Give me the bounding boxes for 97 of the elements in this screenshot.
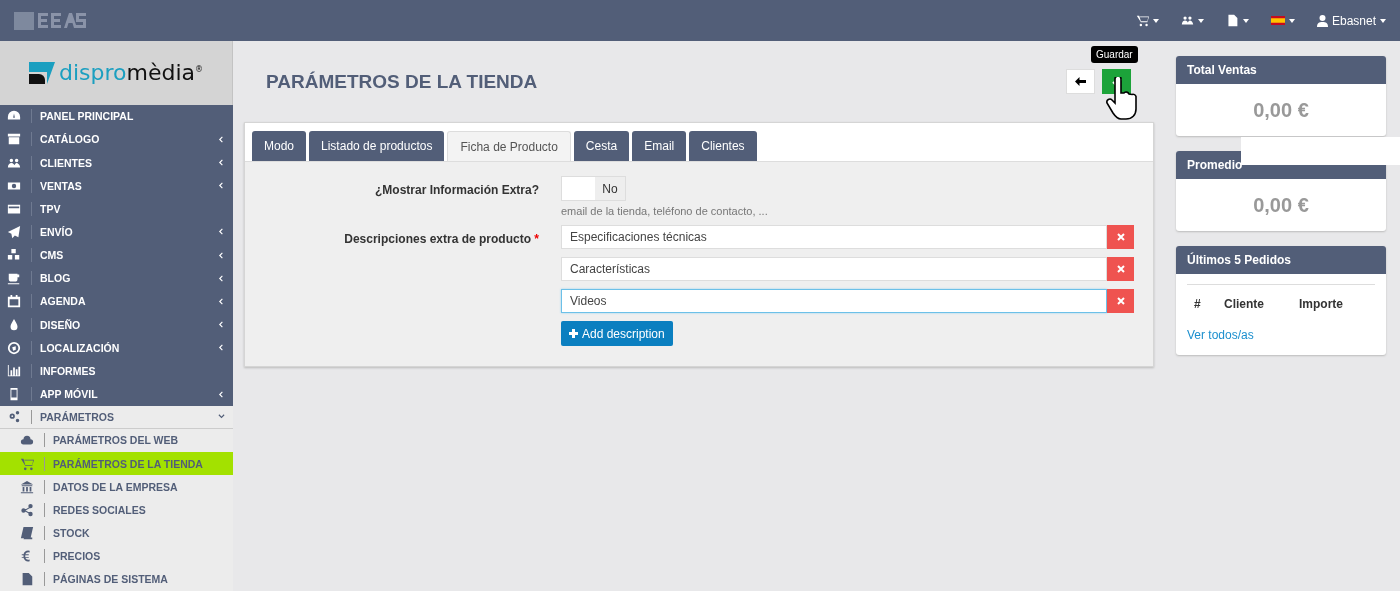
cup-icon xyxy=(7,271,21,286)
stat-value: 0,00 € xyxy=(1252,97,1310,123)
arrow-left-icon xyxy=(1075,77,1086,86)
page-title: PARÁMETROS DE LA TIENDA xyxy=(266,70,538,93)
view-all-link[interactable]: Ver todos/as xyxy=(1187,328,1254,342)
cart-icon xyxy=(20,456,34,471)
sidebar-item[interactable]: CLIENTES xyxy=(0,150,233,175)
chevron-icon xyxy=(218,182,225,190)
users-menu[interactable] xyxy=(1180,14,1204,27)
sidebar-subitem[interactable]: PRECIOS xyxy=(0,544,233,568)
tab[interactable]: Ficha de Producto xyxy=(447,131,571,161)
tab[interactable]: Clientes xyxy=(689,131,757,161)
tab[interactable]: Email xyxy=(632,131,687,161)
widget-title: Últimos 5 Pedidos xyxy=(1187,253,1292,267)
user-menu[interactable]: Ebasnet xyxy=(1316,13,1386,28)
input-field[interactable]: Videos xyxy=(561,289,1107,313)
chevron-icon xyxy=(218,344,225,352)
close-icon xyxy=(1116,233,1125,241)
sidebar-item[interactable]: VENTAS xyxy=(0,174,233,198)
chart-icon xyxy=(7,363,21,378)
sidebar-subitem[interactable]: STOCK xyxy=(0,521,233,545)
input-field[interactable]: Características xyxy=(561,257,1107,281)
compass-icon xyxy=(7,340,21,355)
brand-name: dispromèdia$^{®}$ xyxy=(58,60,204,86)
caret-icon xyxy=(1197,18,1204,23)
field-label: Descripciones extra de producto * xyxy=(343,231,539,248)
close-icon xyxy=(1116,265,1125,273)
file-icon xyxy=(1225,14,1239,27)
column-header: Cliente xyxy=(1224,297,1265,311)
sidebar-item[interactable]: INFORMES xyxy=(0,359,233,383)
list-menu[interactable] xyxy=(1225,14,1249,27)
chevron-icon xyxy=(218,251,225,259)
sidebar-item[interactable]: PARÁMETROS xyxy=(0,405,233,429)
sidebar-item[interactable]: TPV xyxy=(0,197,233,221)
chevron-icon xyxy=(218,159,225,166)
tab[interactable]: Modo xyxy=(252,131,307,161)
sidebar-item[interactable]: AGENDA xyxy=(0,289,233,314)
sidebar-subitem[interactable]: REDES SOCIALES xyxy=(0,498,233,522)
sidebar-subitem[interactable]: PARÁMETROS DEL WEB xyxy=(0,428,233,452)
sidebar-item[interactable]: PANEL PRINCIPAL xyxy=(0,104,233,128)
cart-icon xyxy=(1135,14,1149,27)
box-icon xyxy=(7,132,21,147)
remove-button[interactable] xyxy=(1107,257,1134,281)
sidebar-item[interactable]: ENVÍO xyxy=(0,220,233,244)
close-icon xyxy=(1116,297,1125,305)
remove-button[interactable] xyxy=(1107,225,1134,249)
caret-icon xyxy=(1288,18,1295,23)
chevron-icon xyxy=(218,228,225,236)
user-icon xyxy=(1316,14,1328,27)
brand-mark-icon xyxy=(28,61,55,84)
chevron-icon xyxy=(218,297,225,305)
chevron-icon xyxy=(218,321,225,329)
column-header: # xyxy=(1194,297,1202,311)
chevron-icon xyxy=(218,390,225,398)
plane-icon xyxy=(7,225,21,239)
share-icon xyxy=(20,502,34,517)
brand-logo-icon xyxy=(14,9,88,32)
column-header: Importe xyxy=(1299,297,1343,311)
back-button[interactable] xyxy=(1066,69,1095,94)
sidebar-item[interactable]: DISEÑO xyxy=(0,313,233,337)
tab[interactable]: Cesta xyxy=(573,131,630,161)
chevron-icon xyxy=(218,135,225,143)
sidebar-subitem[interactable]: DATOS DE LA EMPRESA xyxy=(0,475,233,499)
hand-cursor-icon xyxy=(1106,77,1140,121)
sidebar-item[interactable]: CATÁLOGO xyxy=(0,127,233,151)
sidebar-item[interactable]: APP MÓVIL xyxy=(0,382,233,406)
sidebar-item[interactable]: LOCALIZACIÓN xyxy=(0,336,233,360)
input-field[interactable]: Especificaciones técnicas xyxy=(561,225,1107,249)
add-description-button[interactable]: Add description xyxy=(561,321,673,346)
calendar-icon xyxy=(7,294,21,309)
sidebar-subitem[interactable]: PÁGINAS DE SISTEMA xyxy=(0,567,233,591)
widget-title: Total Ventas xyxy=(1187,63,1257,77)
tab[interactable]: Listado de productos xyxy=(309,131,445,161)
caret-icon xyxy=(1380,18,1386,23)
flag-icon xyxy=(1270,16,1285,25)
caret-icon xyxy=(1152,18,1159,23)
sidebar-item[interactable]: BLOG xyxy=(0,266,233,290)
chevron-icon xyxy=(218,274,225,282)
help-text: email de la tienda, teléfono de contacto, ... xyxy=(561,205,768,217)
tooltip: Guardar xyxy=(1091,46,1138,63)
gears-icon xyxy=(7,409,21,424)
plus-icon xyxy=(569,329,578,338)
remove-button[interactable] xyxy=(1107,289,1134,313)
field-label: ¿Mostrar Información Extra? xyxy=(373,182,539,199)
widget-title: Promedio xyxy=(1187,158,1243,172)
file-icon xyxy=(20,572,34,587)
users-icon xyxy=(1180,14,1194,27)
flag-menu[interactable] xyxy=(1270,16,1295,25)
book-icon xyxy=(20,526,34,541)
chevron-icon xyxy=(218,413,225,421)
caret-icon xyxy=(1242,18,1249,23)
stat-value: 0,00 € xyxy=(1252,192,1310,218)
toggle-switch[interactable]: No xyxy=(561,176,626,201)
sidebar-item[interactable]: CMS xyxy=(0,243,233,267)
cart-menu[interactable] xyxy=(1135,14,1159,27)
sidebar-subitem[interactable]: PARÁMETROS DE LA TIENDA xyxy=(0,452,233,476)
bank-icon xyxy=(20,479,34,494)
